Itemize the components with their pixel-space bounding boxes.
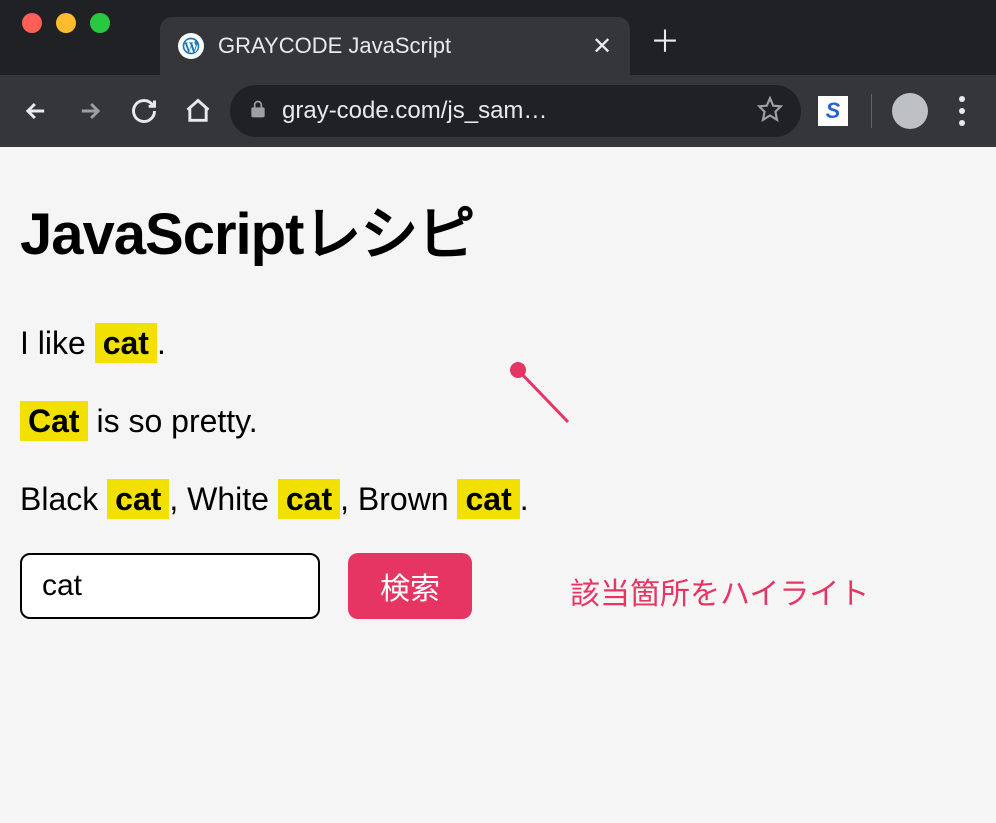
page-title: JavaScriptレシピ [20, 187, 976, 271]
browser-toolbar: gray-code.com/js_sam… S [0, 75, 996, 147]
sample-line-3: Black cat, White cat, Brown cat. [20, 475, 976, 523]
wordpress-favicon-icon [178, 33, 204, 59]
profile-button[interactable] [888, 89, 932, 133]
text-segment: I like [20, 325, 95, 361]
back-button[interactable] [14, 89, 58, 133]
search-row: 検索 該当箇所をハイライト [20, 553, 976, 619]
menu-button[interactable] [942, 96, 982, 126]
extension-icon[interactable]: S [811, 89, 855, 133]
tab-title: GRAYCODE JavaScript [218, 33, 576, 59]
highlight: cat [95, 323, 157, 363]
browser-tab[interactable]: GRAYCODE JavaScript ✕ [160, 17, 630, 75]
search-input[interactable] [20, 553, 320, 619]
browser-tabstrip: GRAYCODE JavaScript ✕ ＋ [0, 0, 996, 75]
tabs-area: GRAYCODE JavaScript ✕ ＋ [160, 0, 680, 75]
forward-button[interactable] [68, 89, 112, 133]
url-text: gray-code.com/js_sam… [282, 97, 743, 125]
text-segment: , Brown [340, 481, 457, 517]
lock-icon [248, 98, 268, 125]
close-tab-icon[interactable]: ✕ [590, 32, 614, 61]
bookmark-star-icon[interactable] [757, 96, 783, 127]
page-content: JavaScriptレシピ I like cat. Cat is so pret… [0, 147, 996, 659]
maximize-window-button[interactable] [90, 13, 110, 33]
reload-button[interactable] [122, 89, 166, 133]
text-segment: is so pretty. [88, 403, 258, 439]
highlight: cat [107, 479, 169, 519]
avatar-icon [892, 93, 928, 129]
text-segment: Black [20, 481, 107, 517]
text-segment: , White [169, 481, 277, 517]
toolbar-separator [871, 94, 872, 128]
annotation-line [498, 360, 598, 440]
annotation-label: 該当箇所をハイライト [570, 569, 869, 613]
search-button[interactable]: 検索 [348, 553, 472, 619]
text-segment: . [157, 325, 166, 361]
minimize-window-button[interactable] [56, 13, 76, 33]
highlight: cat [278, 479, 340, 519]
text-segment: . [520, 481, 529, 517]
highlight: cat [457, 479, 519, 519]
close-window-button[interactable] [22, 13, 42, 33]
window-controls [0, 13, 110, 63]
address-bar[interactable]: gray-code.com/js_sam… [230, 85, 801, 137]
home-button[interactable] [176, 89, 220, 133]
highlight: Cat [20, 401, 88, 441]
s-extension-icon: S [818, 96, 848, 126]
new-tab-button[interactable]: ＋ [650, 17, 680, 61]
